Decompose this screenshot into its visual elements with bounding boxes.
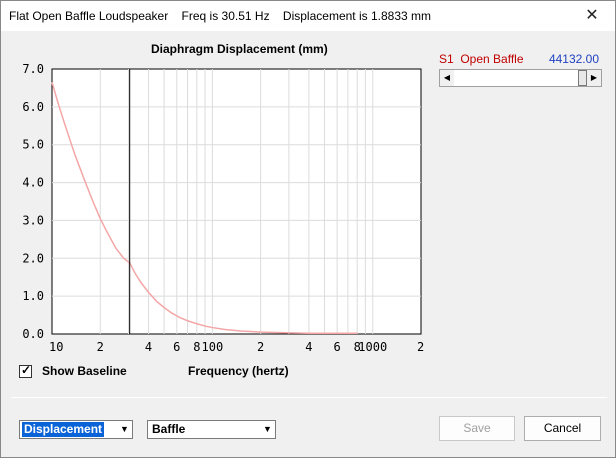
y-tick-label: 5.0: [22, 138, 44, 152]
y-tick-label: 6.0: [22, 100, 44, 114]
quantity-dropdown-value: Displacement: [20, 421, 106, 438]
y-tick-label: 7.0: [22, 62, 44, 76]
y-tick-label: 1.0: [22, 289, 44, 303]
window-title: Flat Open Baffle Loudspeaker Freq is 30.…: [9, 9, 431, 23]
y-tick-label: 3.0: [22, 213, 44, 227]
series-label: S1 Open Baffle: [439, 52, 524, 66]
show-baseline-row[interactable]: ✓ Show Baseline: [19, 362, 127, 378]
model-dropdown-value: Baffle: [152, 422, 186, 436]
x-axis-label: Frequency (hertz): [188, 364, 289, 378]
y-tick-label: 0.0: [22, 327, 44, 341]
scroll-right-arrow-icon[interactable]: ▶: [587, 70, 601, 86]
x-tick-label: 10: [49, 340, 63, 354]
scroll-left-arrow-icon[interactable]: ◀: [440, 70, 454, 86]
x-tick-label: 2: [257, 340, 264, 354]
series-scrollbar[interactable]: ◀ ▶: [439, 69, 602, 87]
x-tick-label: 6: [173, 340, 180, 354]
y-tick-label: 4.0: [22, 176, 44, 190]
close-icon[interactable]: ✕: [569, 1, 615, 31]
quantity-dropdown[interactable]: Displacement ▼: [19, 420, 133, 439]
title-bar: Flat Open Baffle Loudspeaker Freq is 30.…: [1, 1, 615, 31]
scroll-thumb[interactable]: [578, 70, 587, 86]
x-tick-label: 4: [305, 340, 312, 354]
y-tick-label: 2.0: [22, 251, 44, 265]
x-tick-label: 1000: [358, 340, 387, 354]
x-tick-label: 4: [145, 340, 152, 354]
displacement-chart: 7.06.05.04.03.02.01.00.0 10 2 4 6 8 100 2 4 6 810…: [22, 62, 424, 354]
chevron-down-icon[interactable]: ▼: [117, 421, 132, 438]
save-button[interactable]: Save: [439, 416, 515, 441]
cancel-button[interactable]: Cancel: [524, 416, 601, 441]
x-tick-label: 2: [97, 340, 104, 354]
show-baseline-label[interactable]: Show Baseline: [42, 364, 127, 378]
chevron-down-icon[interactable]: ▼: [260, 421, 275, 438]
checkmark-icon: ✓: [21, 362, 32, 377]
show-baseline-checkbox[interactable]: ✓: [19, 362, 32, 378]
series-value: 44132.00: [548, 52, 599, 66]
chart-title: Diaphragm Displacement (mm): [151, 42, 328, 56]
x-tick-label: 6: [334, 340, 341, 354]
x-tick-label: 2: [417, 340, 424, 354]
divider: [11, 397, 607, 398]
dialog-window: Flat Open Baffle Loudspeaker Freq is 30.…: [0, 0, 616, 458]
x-tick-label: 100: [202, 340, 224, 354]
model-dropdown[interactable]: Baffle ▼: [147, 420, 276, 439]
x-tick-label: 8: [193, 340, 200, 354]
